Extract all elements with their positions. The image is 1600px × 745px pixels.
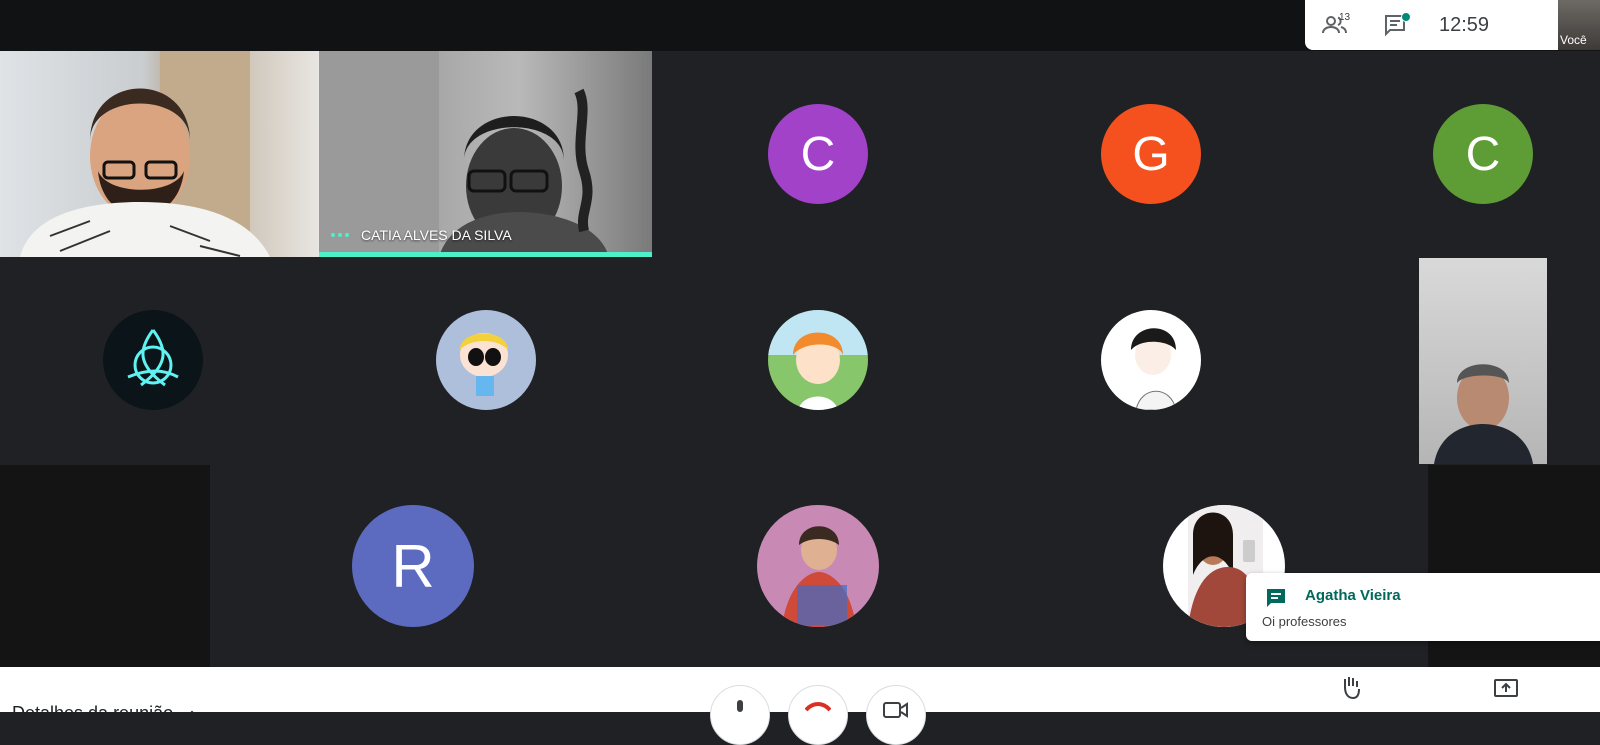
toast-sender: Agatha Vieira [1305,587,1401,604]
speaker-name: CATIA ALVES DA SILVA [361,227,512,243]
video-tile-older-man[interactable] [1419,258,1547,464]
self-preview[interactable]: Você [1558,0,1600,50]
participants-button[interactable]: 13 [1305,0,1365,50]
toast-message: Oi professores [1262,614,1347,629]
hangup-icon [805,702,831,712]
avatar-letter-c[interactable]: C [768,104,868,204]
avatar-letter-c-green[interactable]: C [1433,104,1533,204]
avatar-colorful-girl[interactable] [757,505,879,627]
bottom-bar: Detalhes da reunião [0,667,1600,745]
audio-indicator [331,233,349,237]
mic-icon [737,700,743,712]
end-call-button[interactable] [788,685,848,745]
speaker-namebar: CATIA ALVES DA SILVA [331,227,512,243]
avatar-cartoon-girl[interactable] [436,310,536,410]
participant-video [20,51,270,257]
avatar-letter-r[interactable]: R [352,505,474,627]
avatar-anime-dark[interactable] [1101,310,1201,410]
chat-toast[interactable]: Agatha Vieira Oi professores [1246,573,1600,641]
anime-avatar [768,310,868,410]
mic-button[interactable] [710,685,770,745]
unread-dot [1401,12,1411,22]
speaking-indicator-bar [319,252,652,257]
chat-button[interactable] [1365,0,1425,50]
clock: 12:59 [1439,13,1490,36]
empty-tile-left [0,465,210,667]
participant-video [1434,364,1533,464]
avatar-triquetra[interactable] [103,310,203,410]
top-right-panel: 13 12:59 [1305,0,1600,50]
photo-avatar [782,526,856,627]
camera-icon [883,702,908,718]
chevron-up-icon [186,710,198,718]
meeting-details-button[interactable]: Detalhes da reunião [12,703,198,724]
raise-hand-icon[interactable] [1340,675,1362,699]
avatar-anime-orange[interactable] [768,310,868,410]
self-label: Você [1560,33,1587,47]
cartoon-avatar [460,333,508,396]
video-tile-man[interactable] [0,51,319,257]
avatar-letter-g[interactable]: G [1101,104,1201,204]
chat-message-icon [1267,589,1285,607]
video-tile-speaker[interactable]: CATIA ALVES DA SILVA [319,51,652,257]
anime-avatar [1131,328,1177,410]
meeting-details-label: Detalhes da reunião [12,703,174,723]
triquetra-icon [127,329,179,387]
participants-count: 13 [1339,12,1351,23]
camera-button[interactable] [866,685,926,745]
present-screen-icon[interactable] [1494,679,1518,699]
